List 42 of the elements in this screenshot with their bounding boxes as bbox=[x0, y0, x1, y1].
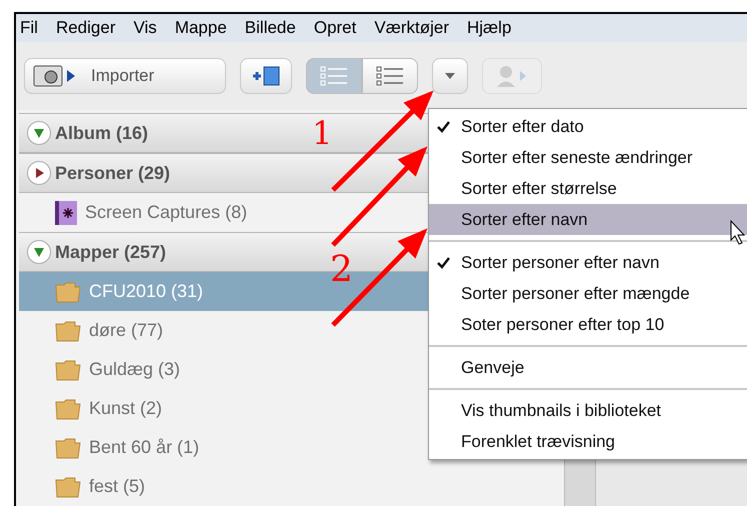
menu-item[interactable]: Fil bbox=[20, 15, 38, 41]
sidebar-item-label: døre (77) bbox=[89, 319, 164, 342]
folder-icon bbox=[55, 358, 81, 380]
sidebar-item-label: Bent 60 år (1) bbox=[89, 436, 200, 459]
sidebar-item-label: CFU2010 (31) bbox=[89, 280, 204, 303]
menu-item[interactable]: Billede bbox=[244, 15, 296, 41]
folder-icon bbox=[55, 280, 81, 302]
sidebar-item-label: fest (5) bbox=[89, 475, 146, 498]
sidebar-item-label: Kunst (2) bbox=[89, 397, 162, 420]
plus-book-icon bbox=[251, 64, 281, 87]
add-album-button[interactable] bbox=[240, 58, 292, 94]
folder-icon bbox=[55, 436, 81, 458]
album-icon bbox=[55, 200, 77, 224]
checkmark-icon bbox=[437, 120, 450, 132]
menu-option-label: Genveje bbox=[461, 356, 524, 379]
caret-icon bbox=[445, 72, 455, 79]
menu-item[interactable]: Mappe bbox=[174, 15, 227, 41]
annotation-number: 1 bbox=[312, 116, 332, 150]
expand-down-icon[interactable] bbox=[27, 240, 51, 264]
checkmark-icon bbox=[437, 256, 450, 268]
menu-item[interactable]: Vis bbox=[134, 15, 157, 41]
import-button[interactable]: Importer bbox=[24, 58, 226, 94]
menu-item[interactable]: Hjælp bbox=[467, 15, 512, 41]
list-icon bbox=[376, 66, 404, 86]
list-icon bbox=[320, 66, 348, 86]
view-toggle-button[interactable] bbox=[362, 58, 418, 94]
expand-down-icon[interactable] bbox=[27, 121, 51, 145]
folder-icon bbox=[55, 320, 81, 342]
menu-item[interactable]: Rediger bbox=[56, 15, 116, 41]
menu-option[interactable]: Sorter efter navn bbox=[429, 204, 747, 235]
menu-item[interactable]: Opret bbox=[314, 15, 356, 41]
sidebar-item-label: Guldæg (3) bbox=[89, 358, 180, 381]
menu-item[interactable]: Værktøjer bbox=[374, 15, 449, 41]
folder-icon bbox=[55, 398, 81, 420]
section-label: Album (16) bbox=[55, 122, 148, 145]
section-label: Mapper (257) bbox=[55, 240, 166, 264]
dropdown-button[interactable] bbox=[432, 58, 468, 94]
section-label: Personer (29) bbox=[55, 162, 170, 185]
view-toggle-button[interactable] bbox=[306, 58, 362, 94]
sidebar-item-label: Screen Captures (8) bbox=[85, 201, 248, 224]
collapse-right-icon[interactable] bbox=[27, 161, 51, 185]
folder-icon bbox=[55, 476, 81, 498]
